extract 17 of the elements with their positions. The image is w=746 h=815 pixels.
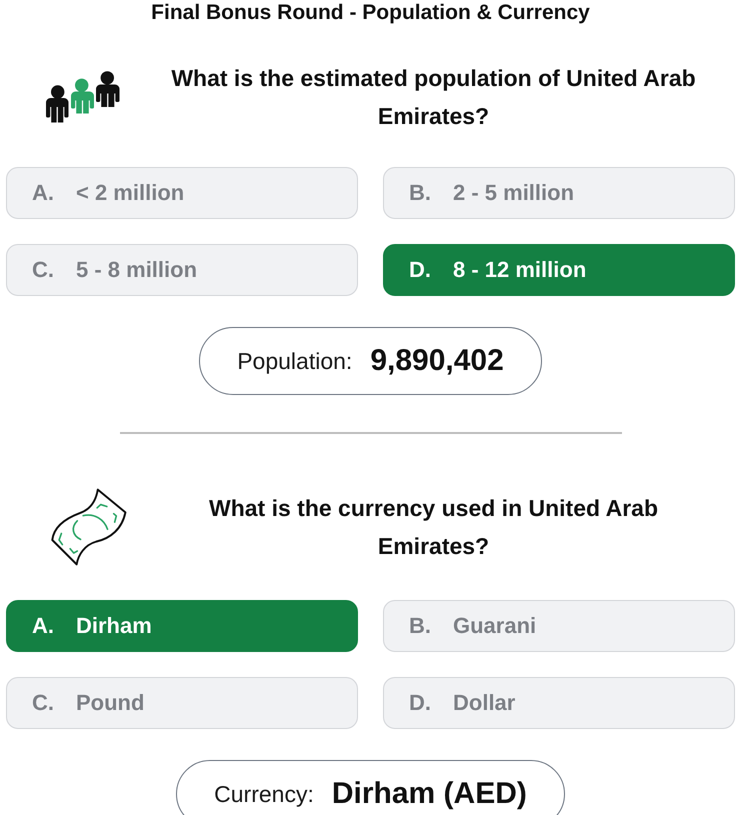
banknote-icon (50, 487, 128, 567)
answer-option[interactable]: B. 2 - 5 million (383, 167, 735, 219)
answer-label: Currency: (214, 780, 314, 808)
answer-option[interactable]: B. Guarani (383, 600, 735, 652)
answer-option[interactable]: D. Dollar (383, 677, 735, 729)
quiz-title: Final Bonus Round - Population & Currency (151, 1, 590, 25)
answer-label: Population: (237, 348, 352, 374)
answer-option[interactable]: C. 5 - 8 million (6, 244, 358, 296)
answer-value: 9,890,402 (370, 344, 504, 378)
people-icon (45, 71, 121, 123)
answer-option[interactable]: A. Dirham (6, 600, 358, 652)
answer-option[interactable]: A. < 2 million (6, 167, 358, 219)
answer-option[interactable]: C. Pound (6, 677, 358, 729)
answer-option[interactable]: D. 8 - 12 million (383, 244, 735, 296)
question-text: What is the estimated population of United Arab Emirates? (170, 64, 697, 131)
question-text: What is the currency used in United Arab Emirates? (208, 494, 659, 561)
answer-value: Dirham (AED) (332, 777, 527, 811)
